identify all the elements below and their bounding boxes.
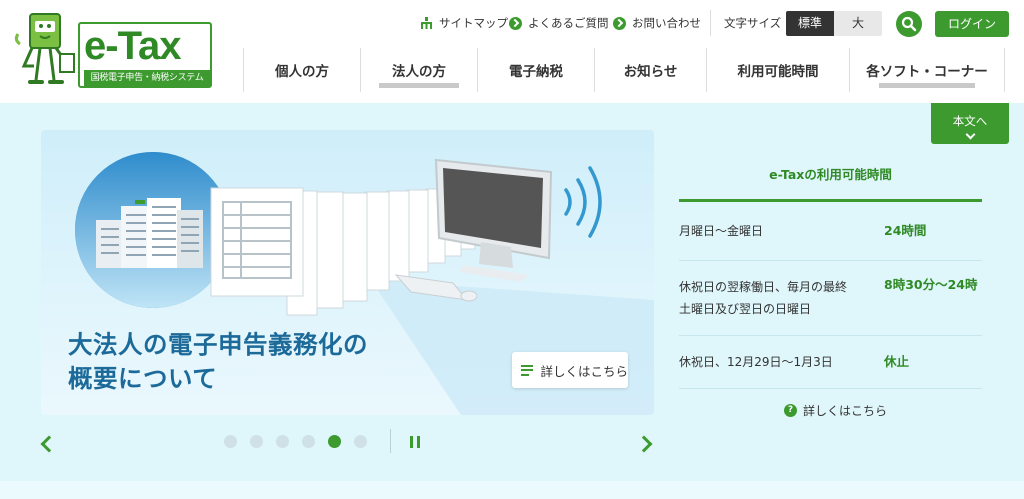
- availability-time: 24時間: [884, 223, 927, 238]
- nav-item-news[interactable]: お知らせ: [594, 48, 706, 92]
- nav-label: お知らせ: [623, 64, 678, 80]
- chevron-right-icon: [613, 16, 626, 30]
- sitemap-icon: [421, 17, 432, 29]
- chevron-down-icon: [965, 129, 975, 140]
- contact-label: お問い合わせ: [632, 16, 701, 30]
- contact-link[interactable]: お問い合わせ: [613, 8, 701, 38]
- carousel-dot[interactable]: [354, 435, 367, 448]
- carousel-dot-active[interactable]: [328, 435, 341, 448]
- logo-subtitle: 国税電子申告・納税システム: [84, 70, 210, 86]
- availability-time: 休止: [884, 354, 910, 369]
- list-icon: [521, 362, 534, 378]
- availability-row: 休祝日、12月29日～1月3日 休止: [679, 336, 982, 389]
- availability-row: 月曜日～金曜日 24時間: [679, 202, 982, 261]
- pause-icon: [410, 436, 413, 448]
- utility-divider: [710, 10, 711, 36]
- nav-label: 各ソフト・コーナー: [866, 64, 988, 80]
- etax-logo[interactable]: e-Tax 国税電子申告・納税システム: [14, 10, 212, 90]
- chevron-right-icon: [509, 16, 522, 30]
- carousel-dot[interactable]: [250, 435, 263, 448]
- availability-day: 休祝日の翌稼働日、毎月の最終 土曜日及び翌日の日曜日: [679, 280, 848, 316]
- search-icon: [901, 16, 917, 32]
- carousel-divider: [390, 429, 391, 453]
- nav-item-individual[interactable]: 個人の方: [243, 48, 360, 92]
- availability-row: 休祝日の翌稼働日、毎月の最終 土曜日及び翌日の日曜日 8時30分～24時: [679, 261, 982, 336]
- nav-active-bar: [379, 83, 459, 88]
- nav-label: 法人の方: [392, 64, 446, 80]
- banner-title: 大法人の電子申告義務化の 概要について: [68, 330, 368, 393]
- carousel-next-button[interactable]: [635, 435, 653, 453]
- carousel-dot[interactable]: [302, 435, 315, 448]
- faq-link[interactable]: よくあるご質問: [509, 8, 609, 38]
- availability-day: 月曜日～金曜日: [679, 224, 764, 238]
- main-bottom-band: [0, 481, 1024, 499]
- font-size-label: 文字サイズ: [724, 16, 782, 30]
- carousel-pause-button[interactable]: [410, 436, 420, 448]
- nav-label: 利用可能時間: [737, 64, 819, 80]
- availability-title: e-Taxの利用可能時間: [679, 158, 982, 202]
- faq-label: よくあるご質問: [528, 16, 609, 30]
- skip-to-content-button[interactable]: 本文へ: [931, 103, 1009, 144]
- global-nav: 個人の方 法人の方 電子納税 お知らせ 利用可能時間 各ソフト・コーナー: [243, 48, 1005, 92]
- availability-more-label: 詳しくはこちら: [803, 404, 888, 418]
- nav-item-software-corner[interactable]: 各ソフト・コーナー: [849, 48, 1005, 92]
- availability-panel: e-Taxの利用可能時間 月曜日～金曜日 24時間 休祝日の翌稼働日、毎月の最終…: [679, 158, 982, 389]
- carousel-dot[interactable]: [276, 435, 289, 448]
- nav-label: 電子納税: [509, 64, 563, 80]
- skip-to-content-label: 本文へ: [952, 114, 988, 128]
- carousel-dots: [224, 435, 380, 448]
- logo-text: e-Tax: [84, 24, 182, 68]
- mascot-icon: [14, 13, 75, 84]
- carousel-dot[interactable]: [224, 435, 237, 448]
- nav-item-available-hours[interactable]: 利用可能時間: [706, 48, 849, 92]
- nav-item-e-payment[interactable]: 電子納税: [477, 48, 594, 92]
- availability-more-link[interactable]: ? 詳しくはこちら: [784, 402, 887, 419]
- banner-more-label: 詳しくはこちら: [540, 363, 628, 379]
- nav-item-corporate[interactable]: 法人の方: [360, 48, 477, 92]
- search-button[interactable]: [896, 11, 922, 37]
- main-area: 本文へ 大法人の電子申告義務化の 概要について 詳しくはこちら e-Taxの利用…: [0, 103, 1024, 499]
- monitor-icon: [434, 158, 553, 282]
- sitemap-link[interactable]: サイトマップ: [420, 8, 508, 38]
- sitemap-label: サイトマップ: [439, 16, 508, 30]
- question-icon: ?: [784, 404, 797, 417]
- login-button[interactable]: ログイン: [935, 11, 1009, 37]
- banner-more-button[interactable]: 詳しくはこちら: [512, 352, 628, 388]
- availability-time: 8時30分～24時: [884, 277, 978, 292]
- carousel-prev-button[interactable]: [40, 435, 58, 453]
- nav-active-bar: [879, 83, 975, 88]
- font-size-standard-button[interactable]: 標準: [786, 11, 834, 36]
- nav-label: 個人の方: [275, 64, 329, 80]
- font-size-large-button[interactable]: 大: [834, 11, 882, 36]
- signal-icon: [564, 166, 602, 238]
- site-header: e-Tax 国税電子申告・納税システム サイトマップ よくあるご質問 お問い合わ…: [0, 0, 1024, 103]
- availability-day: 休祝日、12月29日～1月3日: [679, 355, 833, 369]
